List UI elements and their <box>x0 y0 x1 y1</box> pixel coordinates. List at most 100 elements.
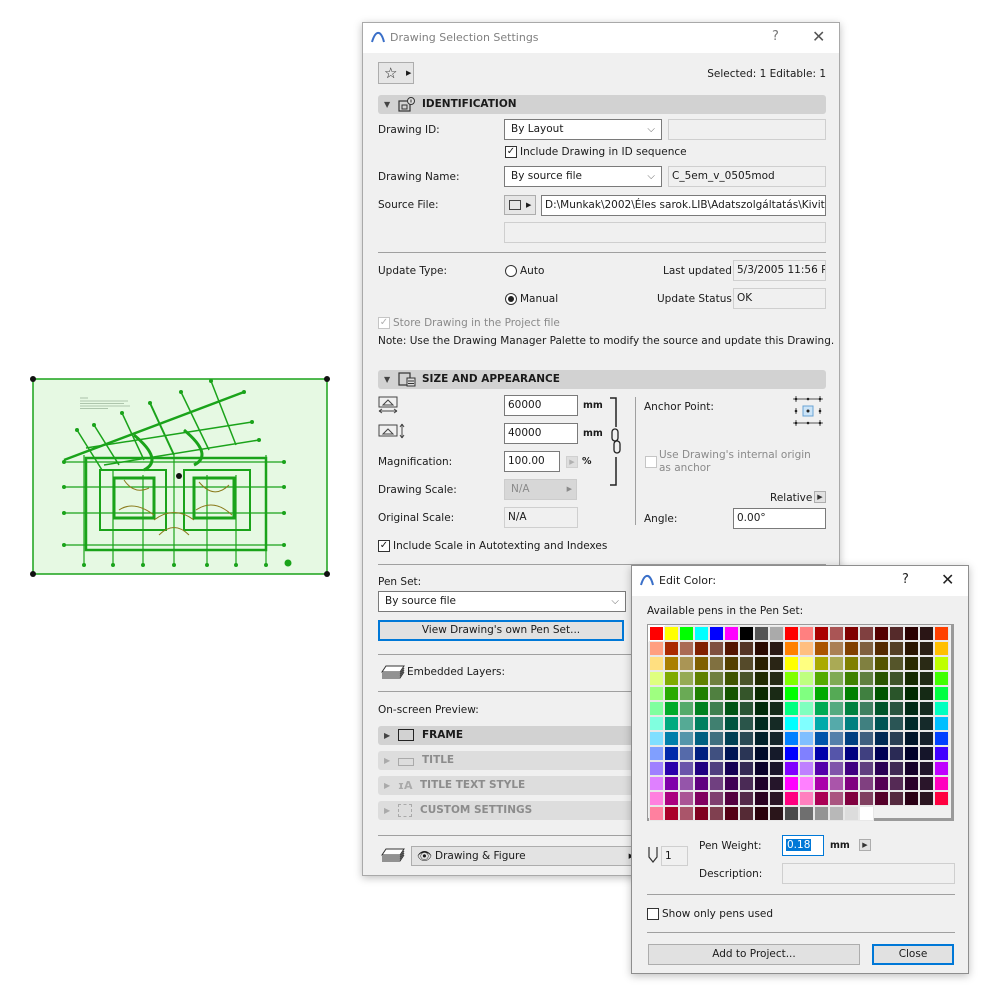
pen-swatch[interactable] <box>739 686 754 701</box>
pen-swatch[interactable] <box>664 701 679 716</box>
title-bar[interactable]: Edit Color: ? ✕ <box>632 566 968 596</box>
show-only-used-checkbox[interactable] <box>647 908 659 920</box>
pen-swatch[interactable] <box>649 641 664 656</box>
pen-swatch[interactable] <box>724 656 739 671</box>
pen-swatch[interactable] <box>919 671 934 686</box>
pen-swatch[interactable] <box>829 731 844 746</box>
pen-swatch[interactable] <box>739 746 754 761</box>
pen-swatch[interactable] <box>754 791 769 806</box>
pen-swatch[interactable] <box>694 626 709 641</box>
pen-swatch[interactable] <box>694 656 709 671</box>
pen-swatch[interactable] <box>829 761 844 776</box>
pen-swatch[interactable] <box>874 641 889 656</box>
pen-swatch[interactable] <box>829 641 844 656</box>
drawing-name-select[interactable]: By source file ⌵ <box>504 166 662 187</box>
update-auto-radio[interactable] <box>505 265 517 277</box>
pen-swatch[interactable] <box>769 656 784 671</box>
pen-swatch[interactable] <box>904 746 919 761</box>
pen-swatch[interactable] <box>769 776 784 791</box>
description-field[interactable] <box>782 863 955 884</box>
pen-swatch[interactable] <box>679 731 694 746</box>
pen-swatch[interactable] <box>859 806 874 821</box>
pen-swatch[interactable] <box>919 626 934 641</box>
pen-swatch[interactable] <box>919 776 934 791</box>
selected-drawing-floor-plan[interactable] <box>24 370 336 584</box>
pen-swatch[interactable] <box>844 671 859 686</box>
pen-swatch[interactable] <box>679 701 694 716</box>
pen-swatch[interactable] <box>664 641 679 656</box>
pen-swatch[interactable] <box>934 776 949 791</box>
pen-swatch[interactable] <box>844 746 859 761</box>
close-button[interactable]: ✕ <box>812 27 825 46</box>
pen-swatch[interactable] <box>739 641 754 656</box>
pen-swatch[interactable] <box>859 731 874 746</box>
pen-swatch[interactable] <box>709 731 724 746</box>
pen-swatch[interactable] <box>874 791 889 806</box>
store-in-project-checkbox[interactable]: ✓ <box>378 317 390 329</box>
pen-swatch[interactable] <box>769 701 784 716</box>
pen-swatch[interactable] <box>724 776 739 791</box>
section-frame[interactable]: ▶ FRAME <box>378 726 638 745</box>
pen-swatch[interactable] <box>859 656 874 671</box>
pen-swatch[interactable] <box>859 626 874 641</box>
pen-swatch[interactable] <box>814 806 829 821</box>
close-dialog-button[interactable]: Close <box>872 944 954 965</box>
pen-swatch[interactable] <box>859 746 874 761</box>
angle-input[interactable]: 0.00° <box>733 508 826 529</box>
magnification-menu-button[interactable]: ▶ <box>566 456 578 468</box>
pen-swatch[interactable] <box>814 776 829 791</box>
pen-swatch[interactable] <box>754 806 769 821</box>
pen-swatch[interactable] <box>769 686 784 701</box>
pen-swatch[interactable] <box>934 686 949 701</box>
section-identification[interactable]: ▼ IDENTIFICATION <box>378 95 826 114</box>
pen-swatch[interactable] <box>739 671 754 686</box>
pen-swatch[interactable] <box>889 641 904 656</box>
pen-swatch[interactable] <box>919 656 934 671</box>
pen-swatch[interactable] <box>784 641 799 656</box>
pen-swatch[interactable] <box>679 791 694 806</box>
pen-swatch[interactable] <box>664 806 679 821</box>
pen-swatch[interactable] <box>694 791 709 806</box>
pen-swatch[interactable] <box>799 626 814 641</box>
pen-swatch[interactable] <box>799 686 814 701</box>
pen-swatch[interactable] <box>934 671 949 686</box>
pen-swatch[interactable] <box>694 761 709 776</box>
pen-swatch[interactable] <box>709 671 724 686</box>
pen-swatch[interactable] <box>694 716 709 731</box>
pen-swatch[interactable] <box>784 746 799 761</box>
pen-swatch[interactable] <box>889 761 904 776</box>
pen-swatch[interactable] <box>889 716 904 731</box>
pen-swatch[interactable] <box>829 656 844 671</box>
pen-swatch[interactable] <box>904 716 919 731</box>
pen-swatch[interactable] <box>874 686 889 701</box>
pen-swatch[interactable] <box>799 806 814 821</box>
pen-swatch[interactable] <box>664 686 679 701</box>
pen-swatch[interactable] <box>724 671 739 686</box>
pen-swatch[interactable] <box>664 656 679 671</box>
pen-swatch[interactable] <box>889 656 904 671</box>
pen-swatch[interactable] <box>859 686 874 701</box>
pen-swatch[interactable] <box>649 806 664 821</box>
pen-swatch[interactable] <box>919 641 934 656</box>
pen-weight-input[interactable]: 0.18 <box>782 835 824 856</box>
pen-swatch[interactable] <box>679 716 694 731</box>
pen-swatch[interactable] <box>844 656 859 671</box>
pen-swatch[interactable] <box>904 626 919 641</box>
pen-swatch[interactable] <box>724 701 739 716</box>
pen-swatch[interactable] <box>649 716 664 731</box>
magnification-input[interactable]: 100.00 <box>504 451 560 472</box>
help-button[interactable]: ? <box>902 572 909 587</box>
pen-swatch[interactable] <box>784 671 799 686</box>
pen-swatch[interactable] <box>859 761 874 776</box>
pen-swatch[interactable] <box>934 731 949 746</box>
include-in-id-sequence-checkbox[interactable]: ✓ <box>505 146 517 158</box>
pen-swatch[interactable] <box>709 776 724 791</box>
pen-swatch[interactable] <box>784 626 799 641</box>
pen-swatch[interactable] <box>829 746 844 761</box>
pen-swatch[interactable] <box>739 716 754 731</box>
pen-swatch[interactable] <box>859 791 874 806</box>
pen-swatch[interactable] <box>739 626 754 641</box>
pen-swatch[interactable] <box>724 626 739 641</box>
pen-swatch[interactable] <box>844 641 859 656</box>
pen-swatch[interactable] <box>874 626 889 641</box>
